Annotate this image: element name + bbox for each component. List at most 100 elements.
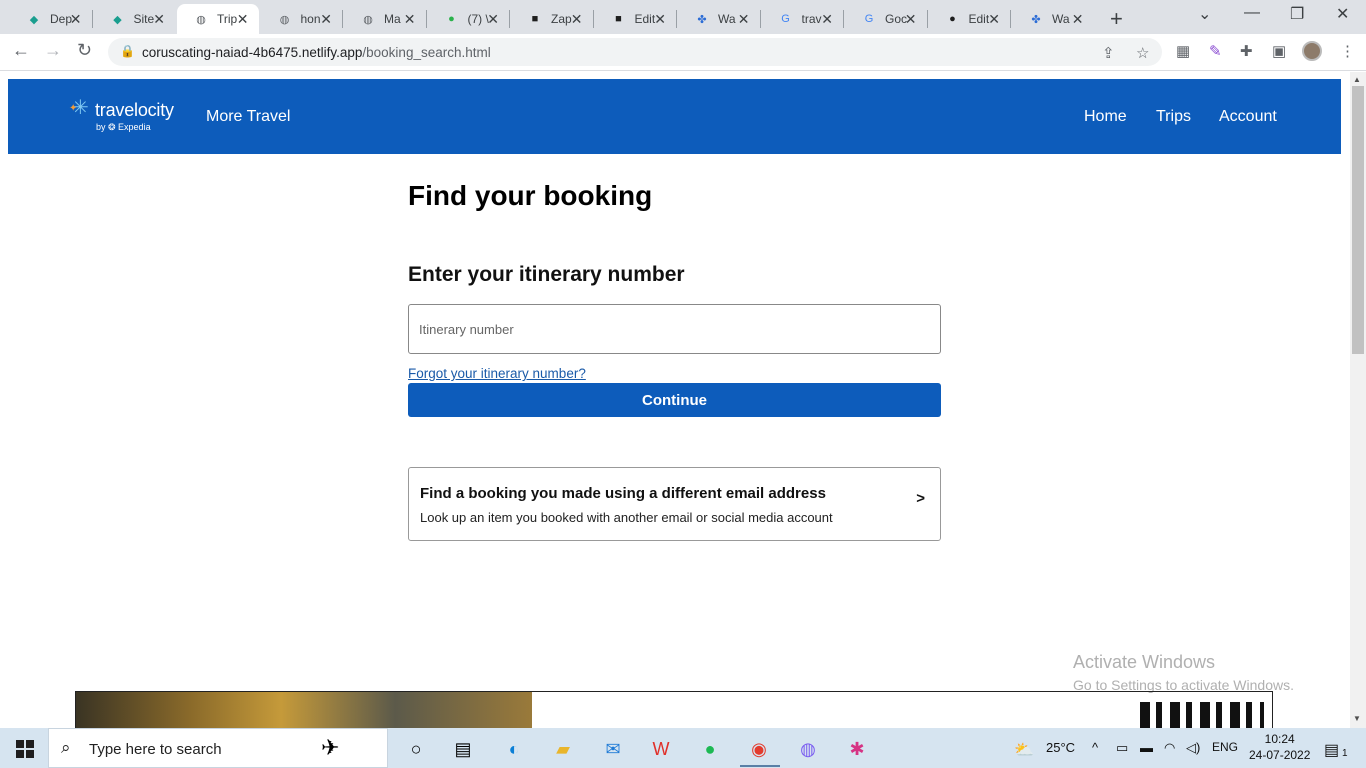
forgot-itinerary-link[interactable]: Forgot your itinerary number? [408, 366, 586, 381]
continue-button[interactable]: Continue [408, 383, 941, 417]
globe-icon: ◍ [363, 13, 373, 26]
scrollbar-thumb[interactable] [1352, 86, 1364, 354]
wifi-icon[interactable]: ◠ [1164, 740, 1175, 756]
browser-tab[interactable]: ◆ Dep ✕ [10, 4, 92, 34]
edge-icon[interactable]: ◐ [501, 736, 527, 762]
volume-icon[interactable]: ◁) [1186, 740, 1200, 756]
windows-start-icon[interactable] [16, 740, 34, 758]
site-header: ✳ ✦ travelocity by ❂ Expedia More Travel… [8, 79, 1341, 154]
browser-tab[interactable]: ■ Edit ✕ [595, 4, 677, 34]
taskbar-clock[interactable]: 10:24 24-07-2022 [1249, 731, 1310, 763]
profile-avatar[interactable] [1302, 41, 1322, 61]
reload-button[interactable]: ↻ [77, 40, 92, 61]
widgets-icon[interactable]: ▤ [450, 736, 476, 762]
back-button[interactable]: ← [12, 40, 30, 61]
language-indicator[interactable]: ENG [1212, 740, 1238, 754]
close-tab-icon[interactable]: ✕ [153, 11, 165, 28]
close-tab-icon[interactable]: ✕ [1072, 11, 1084, 28]
close-tab-icon[interactable]: ✕ [404, 11, 416, 28]
card-chevron-icon: > [916, 490, 925, 507]
different-email-card[interactable]: Find a booking you made using a differen… [408, 467, 941, 541]
nav-trips[interactable]: Trips [1156, 108, 1191, 126]
browser-tab[interactable]: ◆ Site ✕ [94, 4, 176, 34]
page-title: Find your booking [408, 180, 653, 211]
url-text[interactable]: coruscating-naiad-4b6475.netlify.app/boo… [142, 45, 491, 60]
globe-icon: ◍ [279, 13, 290, 26]
file-explorer-icon[interactable]: ▰ [550, 736, 576, 762]
browser-tab[interactable]: ● Edit ✕ [929, 4, 1011, 34]
browser-tab[interactable]: ✤ Wa ✕ [1012, 4, 1094, 34]
new-tab-button[interactable]: + [1110, 6, 1123, 32]
tab-title: Goc [885, 12, 907, 26]
address-bar[interactable]: 🔒 coruscating-naiad-4b6475.netlify.app/b… [108, 38, 1162, 66]
extensions-puzzle-icon[interactable]: ✚ [1240, 42, 1253, 60]
nav-home[interactable]: Home [1084, 108, 1127, 126]
lock-icon[interactable]: 🔒 [120, 44, 135, 58]
close-tab-icon[interactable]: ✕ [654, 11, 666, 28]
search-icon: ⌕ [61, 738, 71, 757]
browser-tab[interactable]: ◍ hon ✕ [261, 4, 343, 34]
close-tab-icon[interactable]: ✕ [821, 11, 833, 28]
browser-tab[interactable]: ● (7) \ ✕ [428, 4, 510, 34]
github-icon: ● [949, 13, 956, 25]
browser-tab[interactable]: ◍ Trip ✕ [177, 4, 259, 34]
close-tab-icon[interactable]: ✕ [905, 11, 917, 28]
browser-tab[interactable]: ■ Zap ✕ [511, 4, 593, 34]
itinerary-number-input[interactable] [408, 304, 941, 354]
notification-icon[interactable]: ▤ [1324, 740, 1339, 760]
minimize-button[interactable]: — [1244, 4, 1260, 22]
tray-overflow-icon[interactable]: ^ [1092, 740, 1098, 755]
tab-title: Zap [551, 12, 572, 26]
extension-chart-icon[interactable]: ▦ [1176, 42, 1190, 60]
wps-office-icon[interactable]: W [648, 736, 674, 762]
tab-title: Site [133, 12, 155, 26]
battery-icon[interactable]: ▬ [1140, 740, 1153, 755]
close-tab-icon[interactable]: ✕ [988, 11, 1000, 28]
more-travel-menu[interactable]: More Travel [206, 108, 290, 126]
scroll-down-icon[interactable]: ▼ [1353, 714, 1361, 723]
taskbar-search[interactable]: ⌕ Type here to search ✈ [48, 728, 388, 768]
close-tab-icon[interactable]: ✕ [237, 11, 249, 28]
close-tab-icon[interactable]: ✕ [320, 11, 332, 28]
discord-icon[interactable]: ◍ [795, 736, 821, 762]
browser-tab[interactable]: G Goc ✕ [845, 4, 927, 34]
bookmark-star-icon[interactable]: ☆ [1136, 44, 1149, 62]
weather-temp[interactable]: 25°C [1046, 740, 1075, 755]
browser-tab[interactable]: ✤ Wa ✕ [678, 4, 760, 34]
tab-strip: ◆ Dep ✕ ◆ Site ✕ ◍ Trip ✕ ◍ hon ✕ ◍ Ma ✕ ● (7) \ ✕ ■ Zap ✕ ■ E… [0, 0, 1366, 34]
search-highlight-icon[interactable]: ✈ [321, 735, 339, 761]
brand-name: travelocity [95, 100, 174, 120]
page-scrollbar[interactable]: ▲ ▼ [1350, 72, 1366, 728]
close-tab-icon[interactable]: ✕ [487, 11, 499, 28]
meet-now-icon[interactable]: ▭ [1116, 740, 1128, 756]
mail-icon[interactable]: ✉ [600, 736, 626, 762]
tab-title: Trip [217, 12, 238, 26]
slack-icon[interactable]: ✱ [844, 736, 870, 762]
chrome-menu-icon[interactable]: ⋮ [1340, 42, 1355, 60]
side-panel-icon[interactable]: ▣ [1272, 42, 1286, 60]
restore-button[interactable]: ❐ [1290, 4, 1304, 24]
weather-icon[interactable]: ⛅ [1014, 740, 1034, 760]
tab-search-icon[interactable]: ⌄ [1198, 4, 1211, 24]
spotify-icon[interactable]: ● [697, 736, 723, 762]
close-tab-icon[interactable]: ✕ [571, 11, 583, 28]
tab-separator [91, 10, 93, 28]
share-icon[interactable]: ⇪ [1102, 44, 1115, 62]
close-tab-icon[interactable]: ✕ [70, 11, 82, 28]
extension-quill-icon[interactable]: ✎ [1209, 42, 1222, 60]
forward-button[interactable]: → [44, 40, 62, 61]
brand-byline: by ❂ Expedia [96, 122, 151, 132]
nav-account[interactable]: Account [1219, 108, 1277, 126]
itinerary-heading: Enter your itinerary number [408, 263, 685, 286]
tab-separator [509, 10, 510, 28]
chrome-icon[interactable]: ◉ [746, 736, 772, 762]
promo-banner[interactable] [75, 691, 1273, 728]
close-tab-icon[interactable]: ✕ [738, 11, 750, 28]
browser-tab[interactable]: ◍ Ma ✕ [344, 4, 426, 34]
scroll-up-icon[interactable]: ▲ [1353, 75, 1361, 84]
tab-separator [342, 10, 343, 28]
browser-tab[interactable]: Gtrav ✕ [762, 4, 844, 34]
close-window-button[interactable]: ✕ [1336, 4, 1349, 24]
task-view-icon[interactable]: ○ [403, 736, 429, 762]
tab-separator [1010, 10, 1011, 28]
